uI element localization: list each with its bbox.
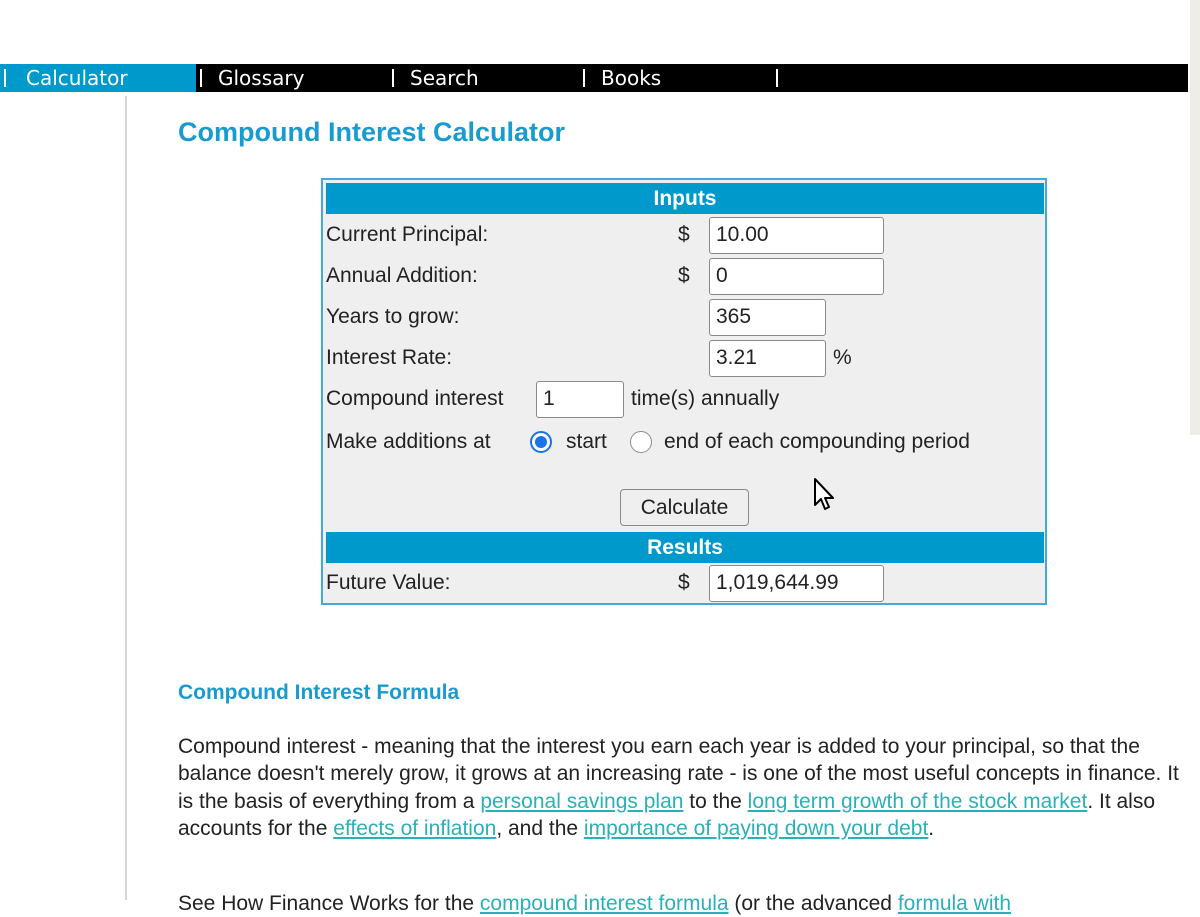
principal-label: Current Principal: bbox=[326, 223, 489, 246]
link-personal-savings-plan[interactable]: personal savings plan bbox=[480, 790, 683, 813]
formula-heading: Compound Interest Formula bbox=[178, 681, 460, 704]
years-input[interactable] bbox=[709, 298, 826, 336]
link-advanced-formula[interactable]: formula with bbox=[898, 892, 1011, 915]
additions-row: Make additions at start end of each comp… bbox=[326, 423, 1044, 461]
page-title: Compound Interest Calculator bbox=[178, 117, 566, 147]
principal-row: Current Principal: $ bbox=[326, 216, 1044, 254]
intro-text-4: , and the bbox=[496, 816, 584, 840]
additions-label: Make additions at bbox=[326, 430, 491, 453]
intro-paragraph: Compound interest - meaning that the int… bbox=[178, 733, 1188, 842]
years-label: Years to grow: bbox=[326, 305, 460, 328]
principal-input[interactable] bbox=[709, 216, 884, 254]
compound-suffix-label: time(s) annually bbox=[631, 387, 780, 410]
see-also-paragraph: See How Finance Works for the compound i… bbox=[178, 890, 1188, 917]
rate-row: Interest Rate: % bbox=[326, 339, 1044, 377]
annual-addition-input[interactable] bbox=[709, 257, 884, 295]
nav-tab-glossary[interactable]: Glossary bbox=[196, 64, 388, 92]
percent-sign: % bbox=[833, 346, 852, 369]
annual-addition-label: Annual Addition: bbox=[326, 264, 478, 287]
see-also-text-1: See How Finance Works for the bbox=[178, 892, 480, 915]
nav-tab-search[interactable]: Search bbox=[388, 64, 579, 92]
annual-addition-currency: $ bbox=[678, 264, 690, 287]
calculator-form: Inputs Current Principal: $ Annual Addit… bbox=[321, 178, 1047, 605]
future-value-currency: $ bbox=[678, 571, 690, 594]
future-value-output[interactable] bbox=[709, 564, 884, 602]
nav-tab-books[interactable]: Books bbox=[579, 64, 772, 92]
page-scrollbar[interactable] bbox=[1190, 0, 1200, 435]
see-also-text-2: (or the advanced bbox=[728, 892, 898, 915]
link-paying-down-debt[interactable]: importance of paying down your debt bbox=[584, 817, 928, 840]
years-row: Years to grow: bbox=[326, 298, 1044, 336]
link-compound-interest-formula[interactable]: compound interest formula bbox=[480, 892, 729, 915]
mouse-cursor-icon bbox=[814, 478, 834, 510]
future-value-row: Future Value: $ bbox=[326, 564, 1044, 602]
rate-input[interactable] bbox=[709, 339, 826, 377]
intro-text-5: . bbox=[928, 816, 935, 840]
annual-addition-row: Annual Addition: $ bbox=[326, 257, 1044, 295]
compound-row: Compound interest time(s) annually bbox=[326, 380, 1044, 418]
additions-end-radio[interactable] bbox=[630, 431, 652, 453]
link-stock-market-growth[interactable]: long term growth of the stock market bbox=[748, 790, 1088, 813]
additions-end-label[interactable]: end of each compounding period bbox=[664, 430, 970, 454]
rate-label: Interest Rate: bbox=[326, 346, 453, 369]
compound-label: Compound interest bbox=[326, 387, 504, 410]
principal-currency: $ bbox=[678, 223, 690, 246]
additions-start-radio[interactable] bbox=[530, 431, 552, 453]
link-effects-of-inflation[interactable]: effects of inflation bbox=[333, 817, 496, 840]
calculate-button[interactable]: Calculate bbox=[620, 489, 749, 526]
additions-start-label[interactable]: start bbox=[566, 430, 607, 454]
nav-divider-end bbox=[772, 64, 802, 92]
intro-text-2: to the bbox=[683, 789, 748, 813]
results-header: Results bbox=[326, 532, 1044, 563]
inputs-header: Inputs bbox=[326, 183, 1044, 214]
top-nav: Calculator Glossary Search Books bbox=[0, 64, 1188, 92]
future-value-label: Future Value: bbox=[326, 571, 451, 594]
compound-frequency-input[interactable] bbox=[536, 380, 624, 418]
nav-tab-calculator[interactable]: Calculator bbox=[0, 64, 196, 92]
sidebar-divider bbox=[125, 96, 127, 900]
